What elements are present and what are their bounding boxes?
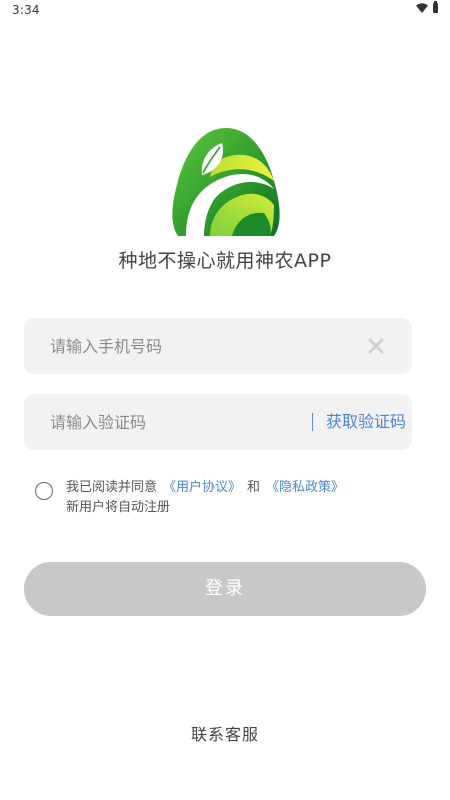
agreement-and: 和 [247,480,261,495]
login-button[interactable]: 登录 [24,562,426,616]
wifi-icon [416,3,428,13]
clear-phone-button[interactable] [366,336,386,356]
status-bar: 3:34 [0,0,450,20]
battery-icon [433,1,438,13]
close-icon [368,338,384,354]
auto-register-note: 新用户将自动注册 [66,500,171,515]
app-slogan: 种地不操心就用神农APP [118,250,332,272]
phone-field [24,318,412,374]
code-divider [312,413,313,431]
get-code-button[interactable]: 获取验证码 [326,394,406,450]
phone-input[interactable] [50,318,350,374]
status-icons [416,1,438,13]
status-time: 3:34 [12,3,40,17]
privacy-policy-link[interactable]: 《隐私政策》 [266,480,344,495]
code-field: 获取验证码 [24,394,412,450]
leaf-logo-icon [172,128,280,236]
agreement-prefix: 我已阅读并同意 [66,480,158,495]
contact-support-link[interactable]: 联系客服 [0,721,450,745]
user-agreement-link[interactable]: 《用户协议》 [163,480,241,495]
code-input[interactable] [50,394,270,450]
agreement-text: 我已阅读并同意 《用户协议》和《隐私政策》 [66,478,344,498]
agree-checkbox[interactable] [35,482,53,500]
app-logo [170,125,282,239]
